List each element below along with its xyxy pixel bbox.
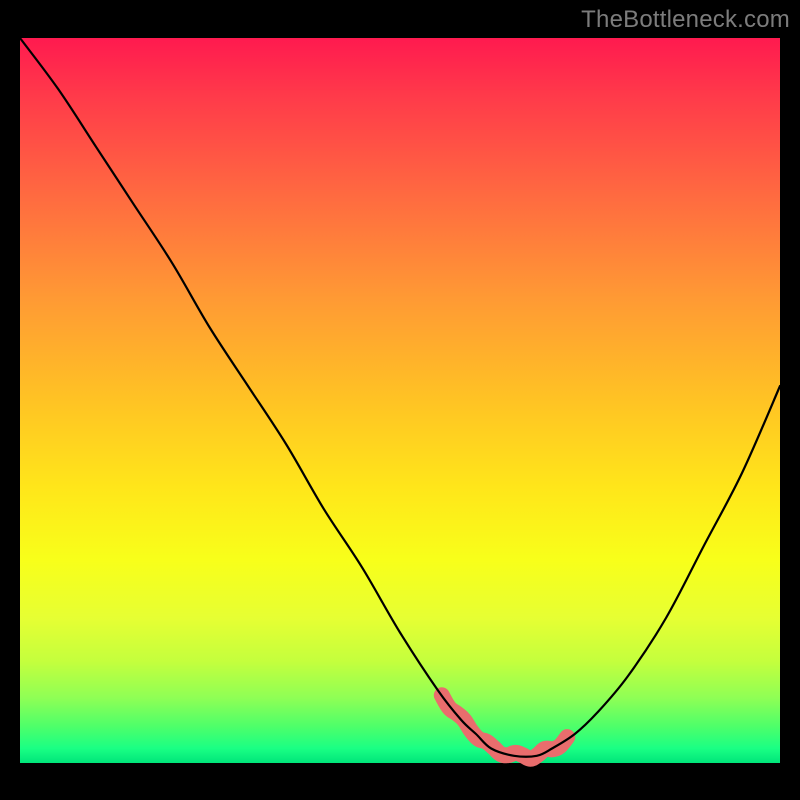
plot-area (20, 38, 780, 763)
optimum-marker (442, 695, 567, 758)
chart-frame: TheBottleneck.com (0, 0, 800, 800)
curve-line (20, 38, 780, 757)
curve-svg (20, 38, 780, 763)
watermark-label: TheBottleneck.com (581, 6, 790, 34)
